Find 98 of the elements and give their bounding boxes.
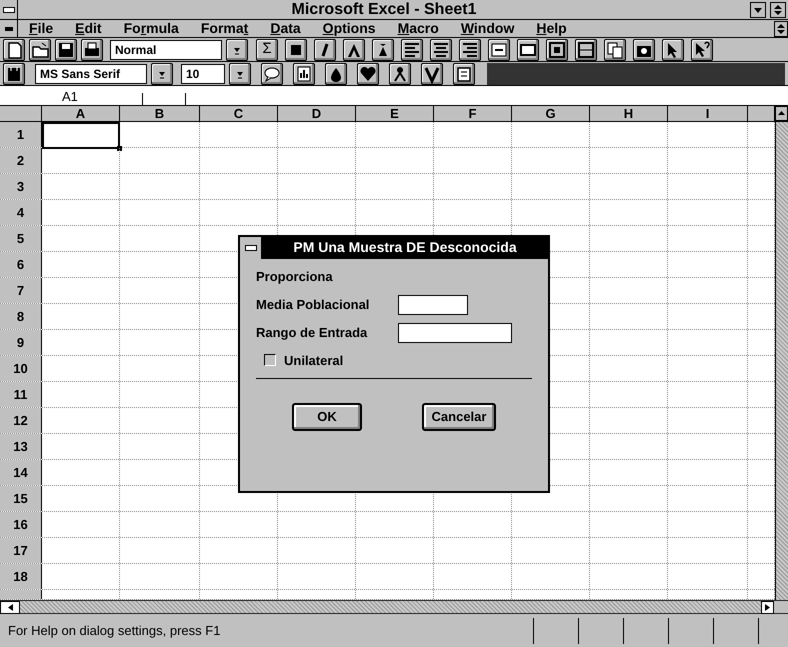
row-header[interactable]: 9 [0, 330, 42, 355]
row-header[interactable] [0, 590, 42, 599]
toolbar-button[interactable] [604, 38, 626, 60]
toolbar-button[interactable] [261, 62, 283, 84]
row-header[interactable]: 2 [0, 148, 42, 173]
minimize-icon[interactable] [750, 2, 766, 18]
toolbar-button[interactable] [430, 38, 452, 60]
toolbar-button[interactable] [459, 38, 481, 60]
column-header[interactable]: C [200, 106, 278, 121]
row-header[interactable]: 7 [0, 278, 42, 303]
dropdown-button[interactable] [226, 38, 248, 60]
row-header[interactable]: 18 [0, 564, 42, 589]
horizontal-scrollbar[interactable] [20, 601, 761, 613]
toolbar-button[interactable] [314, 38, 336, 60]
toolbar-button[interactable] [3, 38, 25, 60]
menu-item[interactable]: Window [450, 20, 526, 37]
row-header[interactable]: 3 [0, 174, 42, 199]
dialog-button[interactable]: Cancelar [422, 403, 496, 431]
toolbar-button[interactable] [29, 38, 51, 60]
row-header[interactable]: 16 [0, 512, 42, 537]
dropdown-button[interactable] [229, 62, 251, 84]
scroll-right-icon[interactable] [761, 601, 774, 614]
font-size-field[interactable]: 10 [181, 64, 225, 84]
copy-icon [605, 40, 625, 60]
fill-handle[interactable] [117, 146, 122, 151]
menu-item[interactable]: Edit [64, 20, 113, 37]
row-header[interactable]: 17 [0, 538, 42, 563]
toolbar-button[interactable] [55, 38, 77, 60]
toolbar-button[interactable] [3, 62, 25, 84]
name-box[interactable]: A1 [62, 89, 78, 105]
column-header[interactable]: G [512, 106, 590, 121]
toolbar-button[interactable] [401, 38, 423, 60]
row-header[interactable]: 10 [0, 356, 42, 381]
row-header[interactable]: 6 [0, 252, 42, 277]
menu-item[interactable]: Help [525, 20, 578, 37]
row-header[interactable]: 11 [0, 382, 42, 407]
menu-item[interactable]: Macro [386, 20, 450, 37]
toolbar-button[interactable] [81, 38, 103, 60]
autosum-button[interactable]: Σ [256, 38, 278, 60]
toolbar-button[interactable] [421, 62, 443, 84]
menu-item[interactable]: Data [259, 20, 312, 37]
column-header[interactable]: B [120, 106, 200, 121]
toolbar-button[interactable] [389, 62, 411, 84]
dialog-button[interactable]: OK [292, 403, 362, 431]
toolbar-button[interactable] [662, 38, 684, 60]
frame-icon [576, 40, 596, 60]
status-text: For Help on dialog settings, press F1 [7, 622, 222, 640]
menu-item[interactable]: Options [312, 20, 387, 37]
control-menu-icon[interactable] [2, 6, 14, 12]
toolbar-button[interactable] [293, 62, 315, 84]
selected-cell[interactable] [42, 122, 120, 149]
toolbar-button[interactable] [285, 38, 307, 60]
scroll-up-icon[interactable] [775, 106, 788, 121]
dialog-title: PM Una Muestra DE Desconocida [292, 238, 518, 257]
row-header[interactable]: 14 [0, 460, 42, 485]
row-header[interactable]: 12 [0, 408, 42, 433]
field-label: Media Poblacional [256, 296, 370, 314]
row-header[interactable]: 15 [0, 486, 42, 511]
menu-item[interactable]: Format [190, 20, 260, 37]
input-field[interactable] [398, 294, 468, 314]
menu-item[interactable]: File [18, 20, 64, 37]
row-header[interactable]: 8 [0, 304, 42, 329]
row-header[interactable]: 13 [0, 434, 42, 459]
column-header[interactable]: A [42, 106, 120, 121]
field-label: Rango de Entrada [256, 324, 368, 342]
checkbox[interactable] [264, 354, 276, 366]
column-header[interactable]: I [668, 106, 748, 121]
open-folder-icon [30, 40, 50, 60]
font-field[interactable]: MS Sans Serif [35, 64, 147, 84]
row-header[interactable]: 5 [0, 226, 42, 251]
menu-item[interactable]: Formula [112, 20, 190, 37]
style-field[interactable]: Normal [110, 40, 222, 60]
row-header[interactable]: 1 [0, 122, 42, 147]
toolbar-button[interactable] [453, 62, 475, 84]
group-label: Proporciona [256, 268, 334, 286]
restore-icon[interactable] [774, 20, 788, 36]
toolbar-button[interactable] [357, 62, 379, 84]
row-header[interactable]: 4 [0, 200, 42, 225]
scroll-left-icon[interactable] [0, 601, 20, 614]
checkbox-label: Unilateral [284, 352, 344, 370]
toolbar-button[interactable] [633, 38, 655, 60]
column-header[interactable]: D [278, 106, 356, 121]
toolbar-button[interactable] [517, 38, 539, 60]
input-field[interactable] [398, 322, 512, 342]
toolbar-button[interactable] [488, 38, 510, 60]
frame-icon [547, 40, 567, 60]
vertical-scrollbar[interactable] [775, 122, 788, 600]
window-title: Microsoft Excel - Sheet1 [290, 0, 478, 20]
restore-icon[interactable] [770, 2, 786, 18]
column-header[interactable]: F [434, 106, 512, 121]
toolbar-button[interactable] [575, 38, 597, 60]
column-header[interactable]: E [356, 106, 434, 121]
toolbar-button[interactable] [691, 38, 713, 60]
column-header[interactable]: H [590, 106, 668, 121]
toolbar-button[interactable] [325, 62, 347, 84]
control-menu-icon[interactable] [244, 245, 256, 251]
toolbar-button[interactable] [546, 38, 568, 60]
dropdown-button[interactable] [151, 62, 173, 84]
